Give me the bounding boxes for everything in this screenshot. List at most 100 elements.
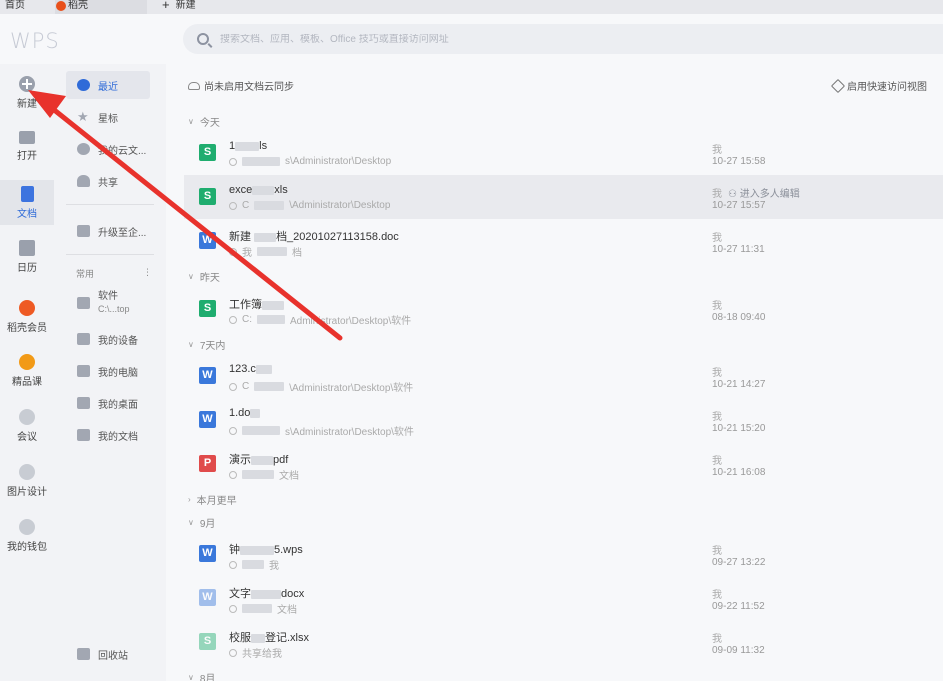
file-row[interactable]: P 演示 pdf 文档 我 10-21 16:08 bbox=[184, 442, 943, 486]
file-name-part: xls bbox=[274, 184, 288, 196]
chevron-down-icon: ∨ bbox=[188, 673, 194, 681]
file-path: 文档 bbox=[229, 601, 297, 616]
main-panel: 尚未启用文档云同步 启用快速访问视图 ∨ 今天 S 1 ls s\Administ… bbox=[166, 64, 943, 681]
group-label: 昨天 bbox=[199, 273, 220, 284]
file-path: C \Administrator\Desktop bbox=[229, 200, 390, 211]
file-owner: 我 bbox=[712, 590, 722, 601]
file-name-part: 档_20201027113158.doc bbox=[276, 231, 399, 243]
rail-label: 打开 bbox=[17, 151, 37, 162]
file-row[interactable]: S 工作簿 C: Administrator\Desktop\软件 我 08-18… bbox=[184, 287, 943, 331]
file-name-part: 5.wps bbox=[274, 544, 303, 556]
quick-access-view-button[interactable]: 启用快速访问视图 bbox=[830, 78, 927, 93]
sidebar-item-upgrade[interactable]: 升级至企... bbox=[66, 217, 150, 245]
file-path-text: Administrator\Desktop\软件 bbox=[290, 316, 412, 327]
sidebar-item-my-documents[interactable]: 我的文档 bbox=[66, 421, 150, 449]
file-name-part: 钟 bbox=[229, 544, 240, 556]
more-icon[interactable]: ⋮ bbox=[143, 267, 152, 280]
desktop-icon bbox=[77, 397, 90, 409]
file-name-part: docx bbox=[281, 588, 305, 600]
sidebar: 最近 ★ 星标 我的云文... 共享 升级至企... 常用 ⋮ 软件 C:\..… bbox=[54, 64, 166, 681]
sidebar-item-my-device[interactable]: 我的设备 bbox=[66, 325, 150, 353]
plus-circle-icon bbox=[19, 76, 35, 92]
file-row[interactable]: S 1 ls s\Administrator\Desktop 我 10-27 15… bbox=[184, 131, 943, 175]
group-header-today[interactable]: ∨ 今天 bbox=[188, 114, 220, 129]
search-bar[interactable] bbox=[183, 24, 943, 54]
redaction bbox=[257, 315, 285, 324]
tab-daoke[interactable]: 稻壳 bbox=[55, 0, 147, 14]
daoke-icon bbox=[19, 300, 35, 316]
file-owner: 我 bbox=[712, 145, 722, 156]
file-path-text: 我 bbox=[242, 248, 252, 259]
file-row[interactable]: W 文字 docx 文档 我 09-22 11:52 bbox=[184, 576, 943, 620]
people-icon bbox=[77, 175, 90, 187]
search-input[interactable] bbox=[220, 33, 720, 45]
sidebar-item-shared[interactable]: 共享 bbox=[66, 167, 150, 195]
sidebar-item-recycle[interactable]: 回收站 bbox=[66, 640, 150, 668]
shield-icon bbox=[229, 604, 237, 613]
rail-label: 我的钱包 bbox=[7, 542, 47, 553]
sidebar-item-my-computer[interactable]: 我的电脑 bbox=[66, 357, 150, 385]
file-row[interactable]: W 钟 5.wps 我 我 09-27 13:22 bbox=[184, 532, 943, 576]
sidebar-item-software[interactable]: 软件 C:\...top bbox=[66, 287, 150, 319]
file-row[interactable]: S 校服 登记.xlsx 共享给我 我 09-09 11:32 bbox=[184, 620, 943, 664]
file-name: 钟 5.wps bbox=[229, 541, 303, 557]
file-owner: 我 bbox=[712, 412, 722, 423]
file-row[interactable]: W 新建 档_20201027113158.doc 我档 我 10-27 11:… bbox=[184, 219, 943, 263]
redaction bbox=[250, 408, 261, 418]
daoke-icon bbox=[56, 1, 66, 11]
group-label: 今天 bbox=[199, 118, 220, 129]
location-icon bbox=[229, 157, 237, 166]
group-header-yesterday[interactable]: ∨ 昨天 bbox=[188, 269, 220, 284]
rail-daoke-vip[interactable]: 稻壳会员 bbox=[0, 300, 54, 340]
file-name: 1.do bbox=[229, 407, 261, 419]
owner-name: 我 bbox=[712, 189, 722, 200]
person-plus-icon: ⚇ bbox=[728, 189, 740, 200]
writer-doc-icon: W bbox=[199, 589, 216, 606]
file-name-part: exce bbox=[229, 184, 253, 196]
group-header-month[interactable]: › 本月更早 bbox=[188, 492, 237, 507]
file-path: 我档 bbox=[229, 244, 302, 259]
sidebar-item-my-desktop[interactable]: 我的桌面 bbox=[66, 389, 150, 417]
redaction bbox=[255, 364, 272, 374]
collab-edit-button[interactable]: ⚇ 进入多人编辑 bbox=[728, 189, 800, 200]
rail-meeting[interactable]: 会议 bbox=[0, 409, 54, 449]
location-icon bbox=[229, 426, 237, 435]
group-label: 本月更早 bbox=[196, 496, 237, 507]
writer-doc-icon: W bbox=[199, 367, 216, 384]
file-row[interactable]: S exce xls C \Administrator\Desktop 我 ⚇ 进入多… bbox=[184, 175, 943, 219]
sidebar-item-cloud[interactable]: 我的云文... bbox=[66, 135, 150, 163]
rail-calendar[interactable]: 日历 bbox=[0, 240, 54, 280]
sidebar-item-label: 我的桌面 bbox=[98, 399, 138, 411]
rail-image-design[interactable]: 图片设计 bbox=[0, 464, 54, 504]
group-header-august[interactable]: ∨ 8月 bbox=[188, 670, 215, 681]
sidebar-item-label: 我的设备 bbox=[98, 335, 138, 347]
file-path: 文档 bbox=[229, 467, 299, 482]
rail-wallet[interactable]: 我的钱包 bbox=[0, 519, 54, 559]
rail-open[interactable]: 打开 bbox=[0, 131, 54, 171]
sidebar-item-starred[interactable]: ★ 星标 bbox=[66, 103, 150, 131]
rail-documents[interactable]: 文档 bbox=[0, 180, 54, 225]
file-name-part: 校服 bbox=[229, 632, 251, 644]
sidebar-item-recent[interactable]: 最近 bbox=[66, 71, 150, 99]
file-row[interactable]: W 123.c C \Administrator\Desktop\软件 我 10-… bbox=[184, 354, 943, 398]
device-icon bbox=[77, 333, 90, 345]
group-header-week[interactable]: ∨ 7天内 bbox=[188, 337, 225, 352]
redaction bbox=[254, 382, 285, 391]
file-path: 共享给我 bbox=[229, 645, 282, 660]
wallet-icon bbox=[19, 519, 35, 535]
tab-home[interactable]: 首页 bbox=[5, 0, 25, 14]
redaction bbox=[242, 426, 280, 435]
writer-doc-icon: W bbox=[199, 232, 216, 249]
file-row[interactable]: W 1.do s\Administrator\Desktop\软件 我 10-2… bbox=[184, 398, 943, 442]
search-icon bbox=[197, 33, 209, 45]
group-header-september[interactable]: ∨ 9月 bbox=[188, 515, 215, 530]
header: WPS bbox=[0, 14, 943, 64]
rail-new[interactable]: 新建 bbox=[0, 76, 54, 116]
rail-course[interactable]: 精品课 bbox=[0, 354, 54, 394]
quickview-label: 启用快速访问视图 bbox=[847, 82, 927, 93]
plus-icon: + bbox=[162, 0, 170, 12]
rail-label: 日历 bbox=[17, 263, 37, 274]
new-tab-button[interactable]: + 新建 bbox=[162, 0, 196, 14]
cloud-sync-status[interactable]: 尚未启用文档云同步 bbox=[188, 78, 294, 93]
sidebar-item-label: 最近 bbox=[98, 81, 118, 93]
